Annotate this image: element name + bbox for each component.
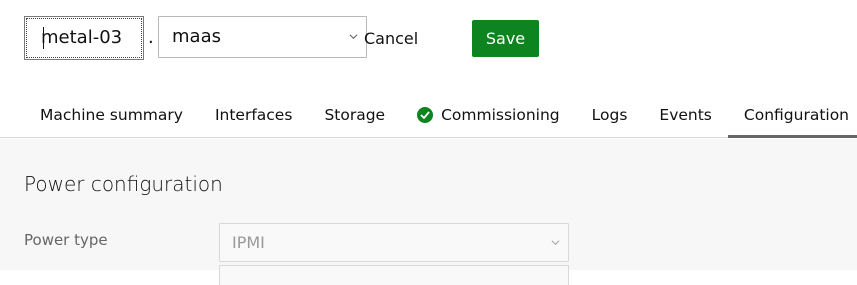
text-caret — [43, 27, 44, 49]
chevron-down-icon — [349, 34, 358, 40]
tab-events[interactable]: Events — [643, 92, 727, 138]
power-type-label: Power type — [24, 231, 108, 249]
tab-label: Interfaces — [214, 106, 293, 124]
power-type-select[interactable]: IPMI — [219, 223, 569, 262]
tab-label: Logs — [591, 106, 628, 124]
machine-header: metal-03 . maas Cancel Save Machine summ… — [0, 0, 857, 138]
chevron-down-icon — [551, 240, 560, 246]
hostname-value: metal-03 — [41, 27, 123, 48]
save-button[interactable]: Save — [472, 20, 539, 57]
tab-label: Storage — [324, 106, 386, 124]
machine-tabs: Machine summary Interfaces Storage Commi… — [24, 92, 857, 138]
domain-value: maas — [172, 26, 221, 47]
next-field-input[interactable] — [219, 265, 569, 285]
success-tick-icon — [417, 107, 434, 123]
domain-select[interactable]: maas — [158, 16, 367, 58]
configuration-panel: Power configuration Power type IPMI — [0, 139, 857, 285]
tab-machine-summary[interactable]: Machine summary — [24, 92, 199, 138]
hostname-input[interactable]: metal-03 — [24, 16, 144, 60]
tab-interfaces[interactable]: Interfaces — [199, 92, 308, 138]
tab-configuration[interactable]: Configuration — [727, 92, 857, 138]
cancel-button[interactable]: Cancel — [364, 20, 418, 58]
tab-commissioning[interactable]: Commissioning — [401, 92, 576, 138]
power-type-value: IPMI — [232, 233, 265, 252]
tab-label: Machine summary — [40, 106, 183, 124]
tab-logs[interactable]: Logs — [576, 92, 644, 138]
tab-label: Events — [659, 106, 712, 124]
tab-label: Configuration — [743, 106, 850, 124]
tab-label: Commissioning — [441, 106, 560, 124]
domain-separator: . — [148, 27, 154, 48]
section-title: Power configuration — [24, 172, 223, 196]
tab-storage[interactable]: Storage — [308, 92, 401, 138]
